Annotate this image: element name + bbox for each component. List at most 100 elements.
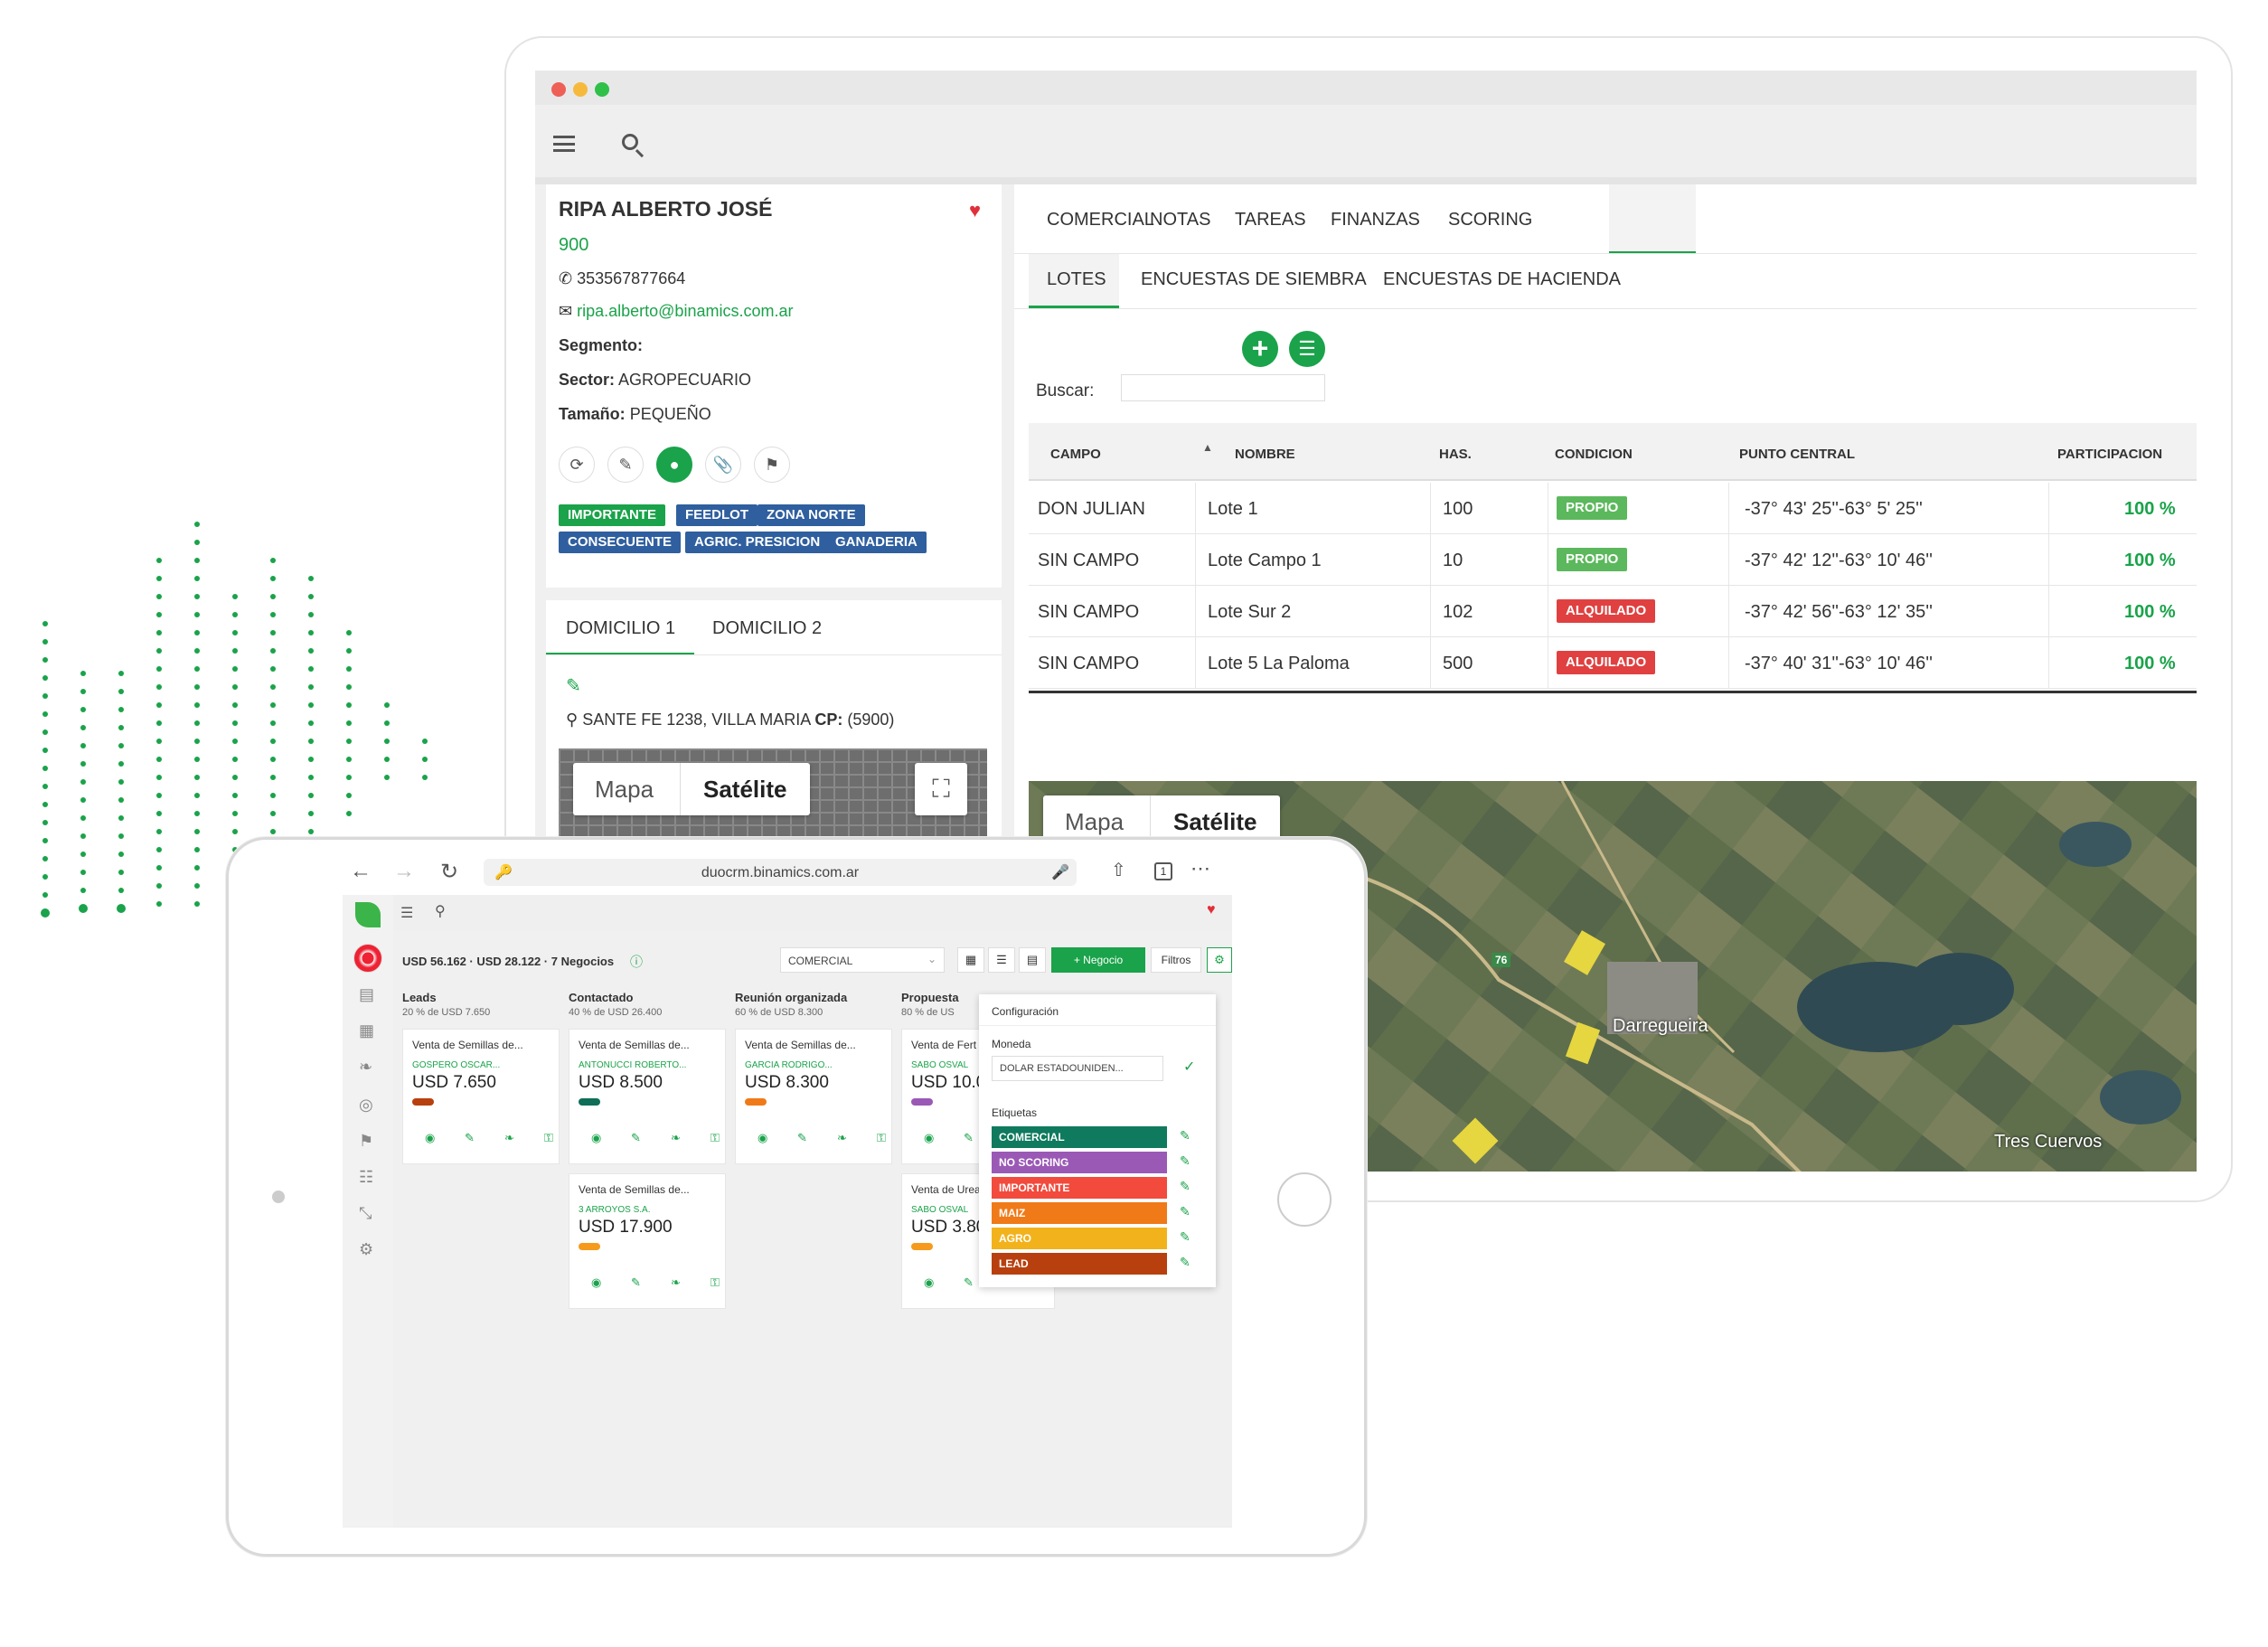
lock-icon[interactable]: ⚿	[544, 1131, 553, 1145]
search-input[interactable]	[1121, 374, 1325, 401]
contact-tag[interactable]: IMPORTANTE	[559, 504, 666, 526]
column-header[interactable]: PUNTO CENTRAL	[1739, 447, 1855, 462]
list-view-button[interactable]: ☰	[988, 947, 1015, 973]
column-header[interactable]: CONDICION	[1555, 447, 1633, 462]
address-bar[interactable]: 🔑 duocrm.binamics.com.ar 🎤	[484, 859, 1077, 886]
avatar[interactable]	[353, 944, 382, 973]
edit-button[interactable]: ✎	[607, 447, 644, 483]
building-icon[interactable]: ▦	[359, 1021, 374, 1040]
menu-icon[interactable]	[553, 136, 575, 152]
back-arrow-icon[interactable]: ←	[350, 859, 372, 884]
add-negocio-button[interactable]: + Negocio	[1051, 947, 1145, 973]
confirm-check-icon[interactable]: ✓	[1183, 1058, 1195, 1076]
deal-card[interactable]: Venta de Semillas de... 3 ARROYOS S.A. USD…	[569, 1173, 726, 1309]
deal-card[interactable]: Venta de Semillas de... ANTONUCCI ROBERTO…	[569, 1029, 726, 1164]
satellite-button[interactable]: Satélite	[703, 776, 787, 804]
edit-icon[interactable]: ✎	[631, 1131, 641, 1145]
reload-icon[interactable]: ↻	[440, 859, 458, 885]
contact-tag[interactable]: ZONA NORTE	[758, 504, 865, 526]
contact-tag[interactable]: FEEDLOT	[676, 504, 758, 526]
address-map[interactable]: Mapa Satélite ⛶	[559, 748, 987, 839]
column-header[interactable]: HAS.	[1439, 447, 1472, 462]
forward-arrow-icon[interactable]: →	[393, 859, 415, 884]
eye-icon[interactable]: ◉	[591, 1275, 601, 1290]
label-item[interactable]: LEAD	[992, 1253, 1167, 1275]
label-item[interactable]: NO SCORING	[992, 1152, 1167, 1173]
search-icon[interactable]	[622, 134, 638, 150]
eye-icon[interactable]: ◉	[425, 1131, 435, 1145]
refresh-button[interactable]: ⟳	[559, 447, 595, 483]
leaf-icon[interactable]: ❧	[359, 1058, 372, 1077]
favorite-heart-icon[interactable]: ♥	[969, 199, 981, 222]
contact-email[interactable]: ripa.alberto@binamics.com.ar	[577, 302, 793, 320]
edit-label-icon[interactable]: ✎	[1180, 1179, 1190, 1194]
tab-finanzas[interactable]: FINANZAS	[1331, 210, 1420, 231]
tabs-icon[interactable]: 1	[1154, 862, 1172, 880]
tab-comercial[interactable]: COMERCIAL	[1047, 210, 1154, 231]
chart-icon[interactable]: ▤	[359, 985, 374, 1004]
map-button[interactable]: Mapa	[595, 776, 654, 804]
list-view-button[interactable]: ☰	[1289, 331, 1325, 367]
tab-notas[interactable]: NOTAS	[1150, 210, 1210, 231]
pipeline-select[interactable]: COMERCIAL ⌄	[780, 947, 945, 973]
label-item[interactable]: AGRO	[992, 1228, 1167, 1249]
user-button[interactable]: ●	[656, 447, 692, 483]
tags-icon[interactable]: ⚑	[359, 1132, 373, 1151]
column-header[interactable]: NOMBRE	[1235, 447, 1295, 462]
label-item[interactable]: COMERCIAL	[992, 1126, 1167, 1148]
lock-icon[interactable]: ⚿	[711, 1275, 720, 1290]
contact-tag[interactable]: GANADERIA	[826, 532, 927, 553]
edit-label-icon[interactable]: ✎	[1180, 1153, 1190, 1169]
edit-icon[interactable]: ✎	[964, 1131, 974, 1145]
edit-address-icon[interactable]: ✎	[566, 674, 581, 697]
tab-scoring[interactable]: SCORING	[1448, 210, 1532, 231]
lock-icon[interactable]: ⚿	[877, 1131, 886, 1145]
edit-label-icon[interactable]: ✎	[1180, 1128, 1190, 1143]
menu-icon[interactable]: ☰	[400, 904, 413, 922]
subtab-0[interactable]: LOTES	[1047, 269, 1106, 290]
attach-button[interactable]: 📎	[705, 447, 741, 483]
calendar-view-button[interactable]: ▦	[957, 947, 984, 973]
search-icon[interactable]: ⚲	[435, 902, 446, 920]
target-icon[interactable]: ◎	[359, 1096, 373, 1115]
expand-icon[interactable]: ⤡	[359, 1204, 372, 1223]
share-icon[interactable]: ⇧	[1111, 859, 1126, 881]
eye-icon[interactable]: ◉	[924, 1131, 934, 1145]
edit-label-icon[interactable]: ✎	[1180, 1229, 1190, 1245]
filtros-button[interactable]: Filtros	[1151, 947, 1201, 973]
deal-card[interactable]: Venta de Semillas de... GARCIA RODRIGO...…	[735, 1029, 892, 1164]
settings-button[interactable]: ⚙	[1207, 947, 1232, 973]
edit-icon[interactable]: ✎	[631, 1275, 641, 1290]
edit-icon[interactable]: ✎	[465, 1131, 475, 1145]
fullscreen-icon[interactable]: ⛶	[915, 763, 967, 815]
label-item[interactable]: IMPORTANTE	[992, 1177, 1167, 1199]
more-icon[interactable]: ⋯	[1190, 857, 1210, 880]
gears-icon[interactable]: ⚙	[359, 1240, 373, 1259]
leaf-icon[interactable]: ❧	[504, 1131, 514, 1145]
label-item[interactable]: MAIZ	[992, 1202, 1167, 1224]
leaf-icon[interactable]: ❧	[671, 1275, 681, 1290]
eye-icon[interactable]: ◉	[758, 1131, 767, 1145]
column-header[interactable]: CAMPO	[1050, 447, 1101, 462]
tab-tareas[interactable]: TAREAS	[1235, 210, 1306, 231]
microphone-icon[interactable]: 🎤	[1051, 863, 1069, 881]
minimize-window-dot[interactable]	[573, 82, 588, 97]
tag-button[interactable]: ⚑	[754, 447, 790, 483]
satellite-button[interactable]: Satélite	[1173, 808, 1257, 836]
add-lote-button[interactable]: +	[1242, 331, 1278, 367]
subtab-2[interactable]: ENCUESTAS DE HACIENDA	[1383, 269, 1621, 290]
edit-icon[interactable]: ✎	[964, 1275, 974, 1290]
column-header[interactable]: PARTICIPACION	[2057, 447, 2162, 462]
tablet-home-button[interactable]	[1277, 1172, 1332, 1227]
chart-view-button[interactable]: ▤	[1019, 947, 1046, 973]
deal-card[interactable]: Venta de Semillas de... GOSPERO OSCAR... U…	[402, 1029, 560, 1164]
moneda-select[interactable]: DOLAR ESTADOUNIDEN...	[992, 1056, 1163, 1081]
document-icon[interactable]: ☷	[359, 1168, 373, 1187]
edit-label-icon[interactable]: ✎	[1180, 1255, 1190, 1270]
eye-icon[interactable]: ◉	[591, 1131, 601, 1145]
edit-label-icon[interactable]: ✎	[1180, 1204, 1190, 1219]
tab-domicilio-2[interactable]: DOMICILIO 2	[712, 618, 822, 639]
tab-domicilio-1[interactable]: DOMICILIO 1	[566, 618, 675, 639]
eye-icon[interactable]: ◉	[924, 1275, 934, 1290]
contact-tag[interactable]: CONSECUENTE	[559, 532, 682, 553]
